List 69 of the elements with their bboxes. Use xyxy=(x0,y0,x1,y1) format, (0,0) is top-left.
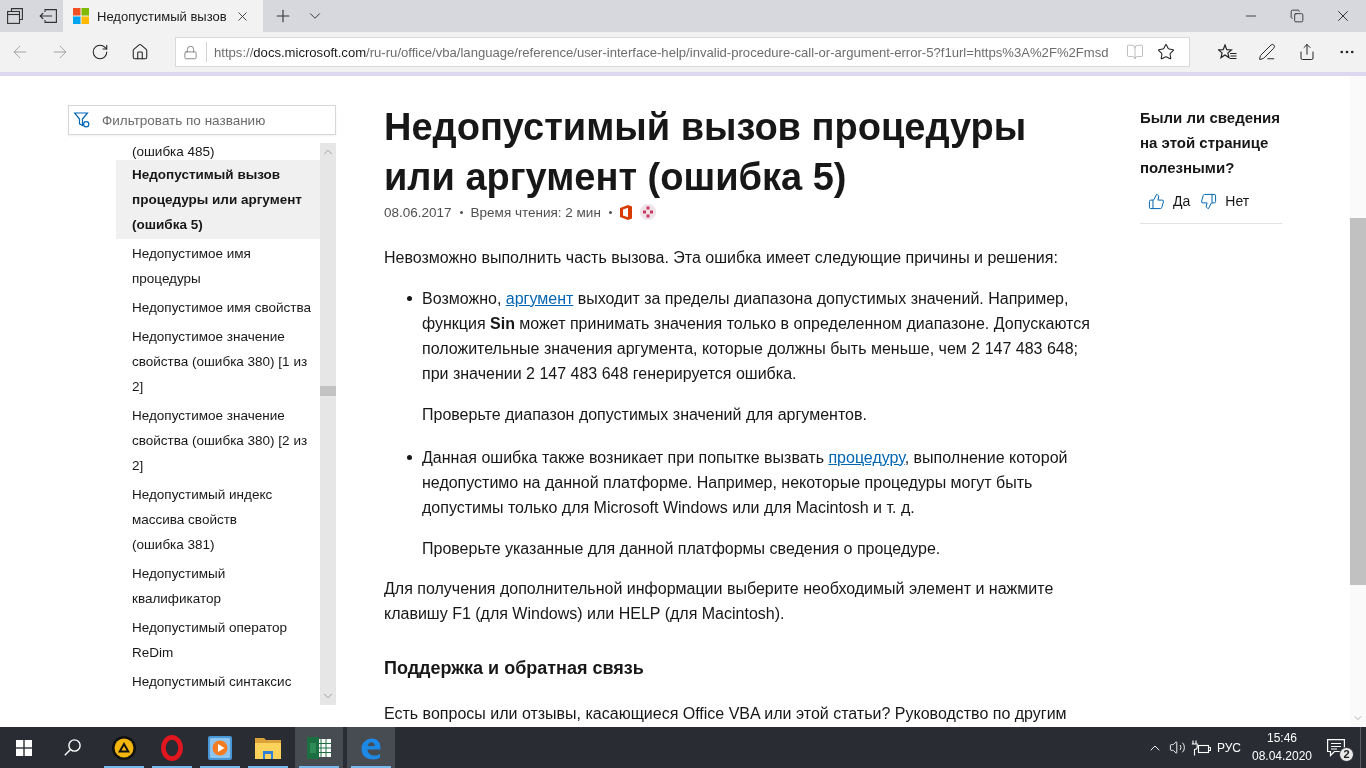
browser-tab[interactable]: Недопустимый вызов xyxy=(63,0,263,32)
scrollbar[interactable] xyxy=(320,143,336,705)
play-icon xyxy=(208,735,232,760)
triangle-disc-icon xyxy=(112,735,136,760)
sidebar-item[interactable]: Недопустимый квалификатор xyxy=(116,559,320,613)
bullet-text: Возможно, аргумент выходит за пределы диапазона допустимых значений. Например, функция Sin может принимать значения только в определенном диапазоне. Допускаются положительные значения аргумента, которые должны быть меньше, чем 2 147 483 648; при значении 2 147 483 648 генерируется ошибка. xyxy=(422,289,1091,384)
paragraph: Проверьте указанные для данной платформы сведения о процедуре. xyxy=(422,539,942,559)
scrollbar[interactable] xyxy=(1350,76,1366,727)
folder-icon xyxy=(255,736,281,759)
sidebar-item[interactable]: Недопустимый вызов процедуры или аргумент (ошибка 5) xyxy=(116,160,320,239)
article-title: Недопустимый вызов процедуры или аргумент (ошибка 5) xyxy=(384,105,1028,200)
filter-field[interactable]: Фильтровать по названию xyxy=(68,105,336,135)
url-text: https://docs.microsoft.com/ru-ru/office/vba/language/reference/user-interface-help/invalid-procedure-call-or-argument-error-5?f1url=https%3A%2F%2Fmsd xyxy=(214,44,1110,60)
meta-text: Время чтения: 2 мин xyxy=(470,204,601,220)
arrow-into-box-icon[interactable] xyxy=(39,9,57,23)
paragraph: Невозможно выполнить часть вызова. Эта ошибка имеет следующие причины и решения: xyxy=(384,248,1059,268)
thumbs-down-icon xyxy=(1200,192,1218,210)
speaker-icon[interactable] xyxy=(1168,739,1186,756)
sidebar-item[interactable]: Недопустимый оператор ReDim xyxy=(116,613,320,667)
link[interactable]: процедуру xyxy=(828,449,905,466)
notification-badge: 2 xyxy=(1339,747,1354,762)
sidebar-item[interactable]: Недопустимое имя процедуры xyxy=(116,239,320,293)
paragraph: Есть вопросы или отзывы, касающиеся Office VBA или этой статьи? Руководство по другим xyxy=(384,704,1068,724)
home-icon[interactable] xyxy=(131,43,149,61)
avatar-icon xyxy=(639,204,656,220)
restore-icon[interactable] xyxy=(1290,9,1304,23)
spreadsheet-icon xyxy=(307,736,331,759)
bullet-text: Данная ошибка также возникает при попытке вызвать процедуру, выполнение которой недопустимо на данной платформе. Например, некоторые процедуры могут быть допустимы только для Microsoft Windows или для Macintosh и т. д. xyxy=(422,448,1069,518)
search-icon[interactable] xyxy=(63,739,81,756)
sidebar-item[interactable]: Недопустимое значение свойства (ошибка 380) [2 из 2] xyxy=(116,401,320,480)
paragraph: Проверьте диапазон допустимых значений для аргументов. xyxy=(422,405,868,425)
meta-text: 08.06.2017 xyxy=(384,204,452,220)
sidebar-item[interactable]: Недопустимое имя свойства xyxy=(116,293,320,322)
taskbar-button[interactable] xyxy=(295,727,343,768)
notification-icon[interactable] xyxy=(1327,738,1345,757)
battery-plug-icon[interactable] xyxy=(1191,739,1211,756)
scrollbar-thumb[interactable] xyxy=(320,386,336,396)
filter-icon xyxy=(74,112,90,128)
windows-logo-icon[interactable] xyxy=(16,739,32,756)
clock-time[interactable]: 15:46 xyxy=(1267,731,1297,746)
section-heading: Поддержка и обратная связь xyxy=(384,657,645,680)
star-icon[interactable] xyxy=(1157,43,1175,61)
sidebar-item[interactable]: (ошибка 485) xyxy=(116,143,320,160)
ring-icon xyxy=(161,734,183,761)
logo-icon xyxy=(619,204,632,220)
like-button[interactable]: Да xyxy=(1148,189,1191,213)
link[interactable]: аргумент xyxy=(505,290,574,307)
favorites-icon[interactable] xyxy=(1217,44,1237,60)
refresh-icon[interactable] xyxy=(91,43,109,61)
address-bar[interactable]: https://docs.microsoft.com/ru-ru/office/vba/language/reference/user-interface-help/invalid-procedure-call-or-argument-error-5?f1url=https%3A%2F%2Fmsd xyxy=(175,37,1190,67)
lock-icon xyxy=(183,44,198,60)
pen-icon[interactable] xyxy=(1258,43,1276,61)
four-squares-icon xyxy=(73,8,89,24)
clock-date[interactable]: 08.04.2020 xyxy=(1251,749,1313,764)
language-indicator[interactable]: РУС xyxy=(1214,727,1244,768)
dislike-button[interactable]: Нет xyxy=(1200,189,1250,213)
bullet-icon xyxy=(407,296,412,301)
stacked-squares-icon[interactable] xyxy=(7,8,23,24)
scrollbar-thumb[interactable] xyxy=(1350,218,1366,585)
sidebar-item[interactable]: Недопустимое значение свойства (ошибка 380) [1 из 2] xyxy=(116,322,320,401)
sidebar-item[interactable]: Недопустимый синтаксис xyxy=(116,667,320,696)
bullet-icon xyxy=(407,455,412,460)
sidebar-item[interactable]: Недопустимый индекс массива свойств (ошибка 381) xyxy=(116,480,320,559)
dot-icon xyxy=(459,210,463,214)
paragraph: Для получения дополнительной информации выберите необходимый элемент и нажмите клавишу F1 (для Windows) или HELP (для Macintosh). xyxy=(384,579,1055,624)
share-icon[interactable] xyxy=(1298,43,1316,61)
dot-icon xyxy=(608,210,612,214)
thumbs-up-icon xyxy=(1148,192,1165,210)
feedback-question: Были ли сведения на этой странице полезными? xyxy=(1140,108,1282,178)
